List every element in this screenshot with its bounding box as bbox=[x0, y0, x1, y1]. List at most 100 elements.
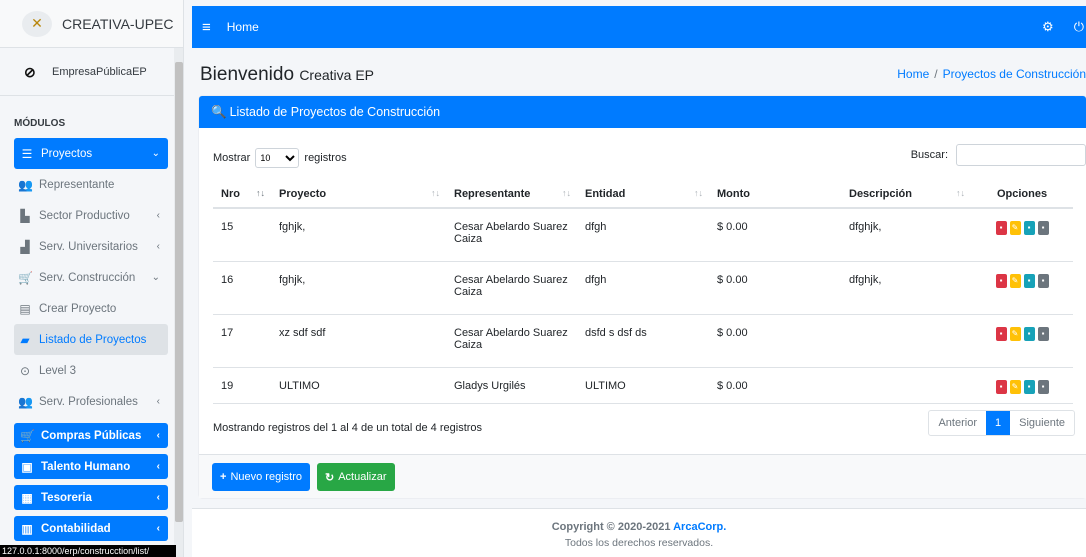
cell-representante: Cesar Abelardo Suarez Caiza bbox=[446, 261, 577, 315]
cell-entidad: dsfd s dsf ds bbox=[577, 314, 709, 368]
cell-monto: $ 0.00 bbox=[709, 208, 841, 262]
delete-icon[interactable]: ▪ bbox=[995, 221, 1007, 235]
cell-nro: 17 bbox=[213, 314, 271, 368]
chevron-left-icon: ‹ bbox=[156, 396, 160, 407]
sidebar-item-listado-proyectos[interactable]: ▰ Listado de Proyectos bbox=[14, 324, 168, 355]
file-icon[interactable]: ▪ bbox=[1023, 221, 1035, 235]
sidebar-item-sector-productivo[interactable]: ▙ Sector Productivo ‹ bbox=[14, 200, 168, 231]
refresh-label: Actualizar bbox=[338, 471, 387, 483]
card-footer: + Nuevo registro ↻ Actualizar bbox=[199, 454, 1086, 498]
sidebar-item-label: Representante bbox=[39, 178, 115, 191]
file-icon: ▤ bbox=[19, 301, 31, 316]
page-title: Bienvenido Creativa EP bbox=[200, 64, 374, 86]
sidebar-item-crear-proyecto[interactable]: ▤ Crear Proyecto bbox=[14, 293, 168, 324]
column-header-proyecto[interactable]: Proyecto ↑↓ bbox=[271, 180, 446, 209]
delete-icon[interactable]: ▪ bbox=[995, 273, 1007, 288]
column-header-monto[interactable]: Monto bbox=[709, 180, 841, 209]
search-input[interactable] bbox=[956, 144, 1086, 166]
edit-icon[interactable]: ✎ bbox=[1009, 221, 1021, 235]
sidebar-item-label: Proyectos bbox=[41, 147, 93, 160]
new-record-button[interactable]: + Nuevo registro bbox=[212, 463, 310, 491]
table-row: 17 xz sdf sdf Cesar Abelardo Suarez Caiz… bbox=[213, 314, 1073, 368]
cell-proyecto: fghjk, bbox=[271, 208, 446, 262]
brand-link[interactable]: ✕ CREATIVA-UPEC bbox=[0, 0, 183, 48]
pagination-prev[interactable]: Anterior bbox=[929, 411, 986, 435]
sidebar-item-level-3[interactable]: ⊙ Level 3 bbox=[14, 355, 168, 386]
breadcrumb-current[interactable]: Proyectos de Construcción bbox=[943, 67, 1086, 81]
user-panel[interactable]: ⊘ EmpresaPúblicaEP bbox=[0, 48, 183, 96]
handshake-icon: ▟ bbox=[20, 239, 30, 254]
user-avatar-icon: ⊘ bbox=[24, 63, 36, 80]
sidebar-item-label: Level 3 bbox=[39, 364, 77, 377]
sidebar-item-label: Serv. Construcción bbox=[39, 271, 136, 284]
document-icon[interactable]: ▪ bbox=[1037, 326, 1049, 341]
sidebar-item-label: Crear Proyecto bbox=[39, 302, 117, 315]
search-label: Buscar: bbox=[910, 149, 948, 161]
file-icon[interactable]: ▪ bbox=[1023, 379, 1035, 394]
folder-open-icon: ▰ bbox=[20, 332, 30, 347]
nav-home-link[interactable]: Home bbox=[227, 20, 259, 34]
file-icon[interactable]: ▪ bbox=[1023, 273, 1035, 288]
refresh-button[interactable]: ↻ Actualizar bbox=[317, 463, 395, 491]
users-cog-icon[interactable]: ⚙ bbox=[1042, 19, 1054, 35]
file-icon[interactable]: ▪ bbox=[1023, 326, 1035, 341]
refresh-icon: ↻ bbox=[325, 471, 335, 484]
industry-icon: ▙ bbox=[20, 208, 30, 223]
chevron-left-icon: ‹ bbox=[156, 210, 160, 221]
page-footer: Copyright © 2020-2021 ArcaCorp. Todos lo… bbox=[192, 508, 1086, 557]
edit-icon[interactable]: ✎ bbox=[1009, 326, 1021, 341]
power-icon[interactable]: ⏻ bbox=[1074, 19, 1084, 35]
pagination-page[interactable]: 1 bbox=[986, 411, 1011, 435]
list-icon: ☰ bbox=[21, 146, 33, 161]
sidebar: ✕ CREATIVA-UPEC ⊘ EmpresaPúblicaEP MÓDUL… bbox=[0, 0, 184, 557]
document-icon[interactable]: ▪ bbox=[1037, 221, 1049, 235]
cell-opciones: ▪ ✎ ▪ ▪ bbox=[971, 261, 1073, 315]
column-header-entidad[interactable]: Entidad ↑↓ bbox=[577, 180, 709, 209]
column-header-descripcion[interactable]: Descripción ↑↓ bbox=[841, 180, 971, 209]
cell-nro: 19 bbox=[213, 367, 271, 404]
cell-entidad: dfgh bbox=[577, 208, 709, 262]
sidebar-item-label: Tesoreria bbox=[41, 491, 92, 504]
sidebar-item-proyectos[interactable]: ☰ Proyectos ⌄ bbox=[14, 138, 168, 169]
sidebar-item-tesoreria[interactable]: ▦ Tesoreria ‹ bbox=[14, 485, 168, 510]
menu-toggle-icon[interactable]: ≡ bbox=[202, 19, 211, 36]
new-record-label: Nuevo registro bbox=[230, 471, 302, 483]
search-box: Buscar: bbox=[911, 144, 1086, 166]
column-header-nro[interactable]: Nro ↑↓ bbox=[213, 180, 271, 209]
cell-representante: Cesar Abelardo Suarez Caiza bbox=[446, 208, 577, 262]
edit-icon[interactable]: ✎ bbox=[1009, 273, 1021, 288]
card-title: Listado de Proyectos de Construcción bbox=[229, 105, 441, 119]
circle-dot-icon: ⊙ bbox=[19, 363, 31, 378]
cell-proyecto: ULTIMO bbox=[271, 367, 446, 404]
sidebar-item-serv-profesionales[interactable]: 👥 Serv. Profesionales ‹ bbox=[14, 386, 168, 417]
delete-icon[interactable]: ▪ bbox=[995, 326, 1007, 341]
entries-per-page-select[interactable]: 10 bbox=[255, 148, 300, 168]
chevron-left-icon: ‹ bbox=[156, 492, 160, 503]
sidebar-item-compras-publicas[interactable]: 🛒 Compras Públicas ‹ bbox=[14, 423, 168, 448]
document-icon[interactable]: ▪ bbox=[1037, 379, 1049, 394]
column-header-representante[interactable]: Representante ↑↓ bbox=[446, 180, 577, 209]
sidebar-item-contabilidad[interactable]: ▥ Contabilidad ‹ bbox=[14, 516, 168, 541]
company-link[interactable]: ArcaCorp. bbox=[673, 521, 726, 533]
sidebar-item-serv-construccion[interactable]: 🛒 Serv. Construcción ⌄ bbox=[14, 262, 168, 293]
table-row: 16 fghjk, Cesar Abelardo Suarez Caiza df… bbox=[213, 261, 1073, 315]
copyright-text: Copyright © 2020-2021 bbox=[551, 521, 671, 533]
sidebar-item-talento-humano[interactable]: ▣ Talento Humano ‹ bbox=[14, 454, 168, 479]
plus-icon: + bbox=[220, 471, 227, 483]
sidebar-item-representante[interactable]: 👥 Representante bbox=[14, 169, 168, 200]
scroll-thumb[interactable] bbox=[175, 62, 183, 522]
sidebar-item-label: Compras Públicas bbox=[41, 429, 142, 442]
content-header: Bienvenido Creativa EP Home / Proyectos de… bbox=[192, 48, 1086, 94]
edit-icon[interactable]: ✎ bbox=[1009, 379, 1021, 394]
document-icon[interactable]: ▪ bbox=[1037, 273, 1049, 288]
chevron-left-icon: ‹ bbox=[156, 461, 160, 472]
cell-nro: 15 bbox=[213, 208, 271, 262]
delete-icon[interactable]: ▪ bbox=[995, 379, 1007, 394]
breadcrumb-home[interactable]: Home bbox=[897, 67, 929, 81]
user-name: EmpresaPúblicaEP bbox=[52, 65, 147, 78]
pagination-next[interactable]: Siguiente bbox=[1010, 411, 1074, 435]
sidebar-scrollbar[interactable] bbox=[174, 48, 183, 557]
sidebar-item-serv-universitarios[interactable]: ▟ Serv. Universitarios ‹ bbox=[14, 231, 168, 262]
sidebar-item-label: Listado de Proyectos bbox=[39, 333, 147, 346]
cart-icon: 🛒 bbox=[18, 270, 33, 285]
